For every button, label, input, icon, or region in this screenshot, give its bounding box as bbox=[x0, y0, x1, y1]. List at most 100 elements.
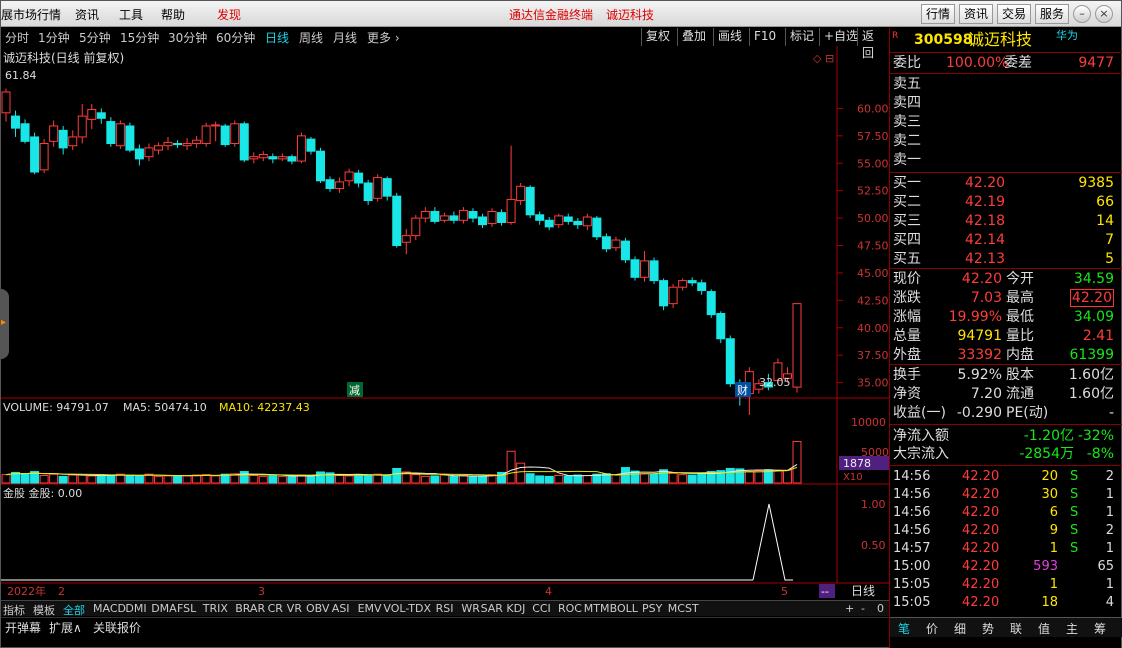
menu-tools[interactable]: 工具 bbox=[119, 6, 143, 23]
volume-bar bbox=[49, 473, 59, 484]
tool-add-watchlist[interactable]: +自选 bbox=[819, 28, 862, 46]
indicator-tab-psy[interactable]: PSY bbox=[642, 602, 662, 615]
period-5min[interactable]: 5分钟 bbox=[79, 29, 111, 46]
ask-level-row[interactable]: 卖五 bbox=[890, 75, 1122, 93]
kline-chart[interactable]: 诚迈科技(日线 前复权) 61.84 32.05 减 财 ◇ ⊟ 60.00 57… bbox=[1, 46, 889, 598]
close-icon[interactable]: × bbox=[1095, 5, 1113, 23]
tool-mark[interactable]: 标记 bbox=[785, 28, 818, 46]
bid-level-row[interactable]: 买三 42.18 14 bbox=[890, 212, 1122, 230]
period-15min[interactable]: 15分钟 bbox=[120, 29, 159, 46]
zoom-reset-button[interactable]: 0 bbox=[877, 602, 884, 615]
tool-fuquan[interactable]: 复权 bbox=[641, 28, 674, 46]
period-bar: 分时 1分钟 5分钟 15分钟 30分钟 60分钟 日线 周线 月线 更多 › … bbox=[1, 28, 889, 60]
ask-level-row[interactable]: 卖四 bbox=[890, 94, 1122, 112]
period-1min[interactable]: 1分钟 bbox=[38, 29, 70, 46]
indicator-tab-boll[interactable]: BOLL bbox=[610, 602, 638, 615]
candle-body bbox=[306, 138, 316, 152]
quote-tab-0[interactable]: 笔 bbox=[898, 620, 910, 637]
period-daily[interactable]: 日线 bbox=[265, 29, 289, 46]
ask-level-row[interactable]: 卖三 bbox=[890, 113, 1122, 131]
volume-bar bbox=[392, 467, 402, 484]
indicator-tab-asi[interactable]: ASI bbox=[332, 602, 350, 615]
indicator-tab-cci[interactable]: CCI bbox=[532, 602, 551, 615]
candle-body bbox=[497, 212, 507, 223]
ask-level-row[interactable]: 卖一 bbox=[890, 151, 1122, 169]
bid-level-row[interactable]: 买二 42.19 66 bbox=[890, 193, 1122, 211]
indicator-tab-sar[interactable]: SAR bbox=[481, 602, 503, 615]
candle-body bbox=[173, 143, 183, 146]
indicator-tab-fsl[interactable]: FSL bbox=[177, 602, 196, 615]
candle-body bbox=[620, 240, 630, 261]
indicator-tab-cr[interactable]: CR bbox=[268, 602, 283, 615]
quote-tab-6[interactable]: 主 bbox=[1066, 620, 1078, 637]
zoom-out-button[interactable]: - bbox=[861, 602, 865, 615]
bid-level-row[interactable]: 买四 42.14 7 bbox=[890, 231, 1122, 249]
quote-tab-7[interactable]: 筹 bbox=[1094, 620, 1106, 637]
indicator-tab-brar[interactable]: BRAR bbox=[235, 602, 265, 615]
menu-market[interactable]: 展市场行情 bbox=[1, 6, 61, 23]
indicator-tab-dma[interactable]: DMA bbox=[151, 602, 177, 615]
indicator-tab-wr[interactable]: WR bbox=[461, 602, 480, 615]
quote-tab-5[interactable]: 值 bbox=[1038, 620, 1050, 637]
indicator-tab-roc[interactable]: ROC bbox=[558, 602, 582, 615]
candle-body bbox=[315, 150, 325, 182]
indicator-tab-kdj[interactable]: KDJ bbox=[506, 602, 525, 615]
collapse-handle[interactable]: ▸ bbox=[1, 289, 9, 359]
service-button[interactable]: 服务 bbox=[1035, 4, 1069, 24]
bid-level-row[interactable]: 买五 42.13 5 bbox=[890, 250, 1122, 268]
menu-discover[interactable]: 发现 bbox=[217, 6, 241, 23]
indicator-tab-mtm[interactable]: MTM bbox=[584, 602, 610, 615]
zoom-in-button[interactable]: + bbox=[845, 602, 854, 615]
tool-back[interactable]: 返回 bbox=[857, 28, 889, 60]
chart-settings-icon[interactable]: ◇ ⊟ bbox=[813, 52, 834, 65]
volume-bar bbox=[20, 473, 30, 484]
jin-indicator-line bbox=[752, 503, 793, 581]
vol-scale: X10 bbox=[843, 472, 863, 483]
quote-tab-3[interactable]: 势 bbox=[982, 620, 994, 637]
candle-body bbox=[258, 153, 268, 159]
indicator-tab-rsi[interactable]: RSI bbox=[436, 602, 454, 615]
indicator-tab-trix[interactable]: TRIX bbox=[203, 602, 228, 615]
minimize-icon[interactable]: – bbox=[1073, 5, 1091, 23]
quote-button[interactable]: 行情 bbox=[921, 4, 955, 24]
menu-help[interactable]: 帮助 bbox=[161, 6, 185, 23]
price-tick: 55.00 bbox=[857, 157, 889, 170]
indicator-tab-vol-tdx[interactable]: VOL-TDX bbox=[383, 602, 431, 615]
period-60min[interactable]: 60分钟 bbox=[216, 29, 255, 46]
period-timeshare[interactable]: 分时 bbox=[5, 29, 29, 46]
menu-info[interactable]: 资讯 bbox=[75, 6, 99, 23]
indicator-tab-模板[interactable]: 模板 bbox=[33, 602, 55, 618]
bid-level-row[interactable]: 买一 42.20 9385 bbox=[890, 174, 1122, 192]
indicator-tab-emv[interactable]: EMV bbox=[358, 602, 382, 615]
quote-tab-1[interactable]: 价 bbox=[926, 620, 938, 637]
ask-level-row[interactable]: 卖二 bbox=[890, 132, 1122, 150]
related-quote[interactable]: 关联报价 bbox=[93, 619, 141, 636]
indicator-tab-macd[interactable]: MACD bbox=[93, 602, 126, 615]
indicator-tab-mcst[interactable]: MCST bbox=[668, 602, 699, 615]
volume-bar bbox=[468, 476, 478, 484]
period-monthly[interactable]: 月线 bbox=[333, 29, 357, 46]
indicator-tab-vr[interactable]: VR bbox=[287, 602, 302, 615]
indicator-tab-指标[interactable]: 指标 bbox=[3, 602, 25, 618]
tool-f10[interactable]: F10 bbox=[749, 28, 780, 46]
concept-tag[interactable]: 华为 bbox=[1056, 27, 1078, 45]
candle-body bbox=[106, 121, 116, 145]
indicator-tab-obv[interactable]: OBV bbox=[306, 602, 329, 615]
period-30min[interactable]: 30分钟 bbox=[168, 29, 207, 46]
trade-button[interactable]: 交易 bbox=[997, 4, 1031, 24]
tool-overlay[interactable]: 叠加 bbox=[677, 28, 710, 46]
quote-tab-4[interactable]: 联 bbox=[1010, 620, 1022, 637]
volume-bar bbox=[554, 475, 564, 484]
indicator-tab-dmi[interactable]: DMI bbox=[125, 602, 146, 615]
danmaku-toggle[interactable]: 开弹幕 bbox=[5, 619, 41, 636]
expand-toggle[interactable]: 扩展∧ bbox=[49, 619, 82, 636]
news-button[interactable]: 资讯 bbox=[959, 4, 993, 24]
fundamental-row: 换手 5.92% 股本 1.60亿 bbox=[893, 367, 1114, 383]
period-more[interactable]: 更多 › bbox=[367, 29, 400, 46]
date-label-feb: 2 bbox=[58, 585, 65, 598]
quote-tab-2[interactable]: 细 bbox=[954, 620, 966, 637]
tool-draw[interactable]: 画线 bbox=[713, 28, 746, 46]
candle-body bbox=[134, 148, 144, 160]
indicator-tab-全部[interactable]: 全部 bbox=[63, 602, 85, 618]
period-weekly[interactable]: 周线 bbox=[299, 29, 323, 46]
